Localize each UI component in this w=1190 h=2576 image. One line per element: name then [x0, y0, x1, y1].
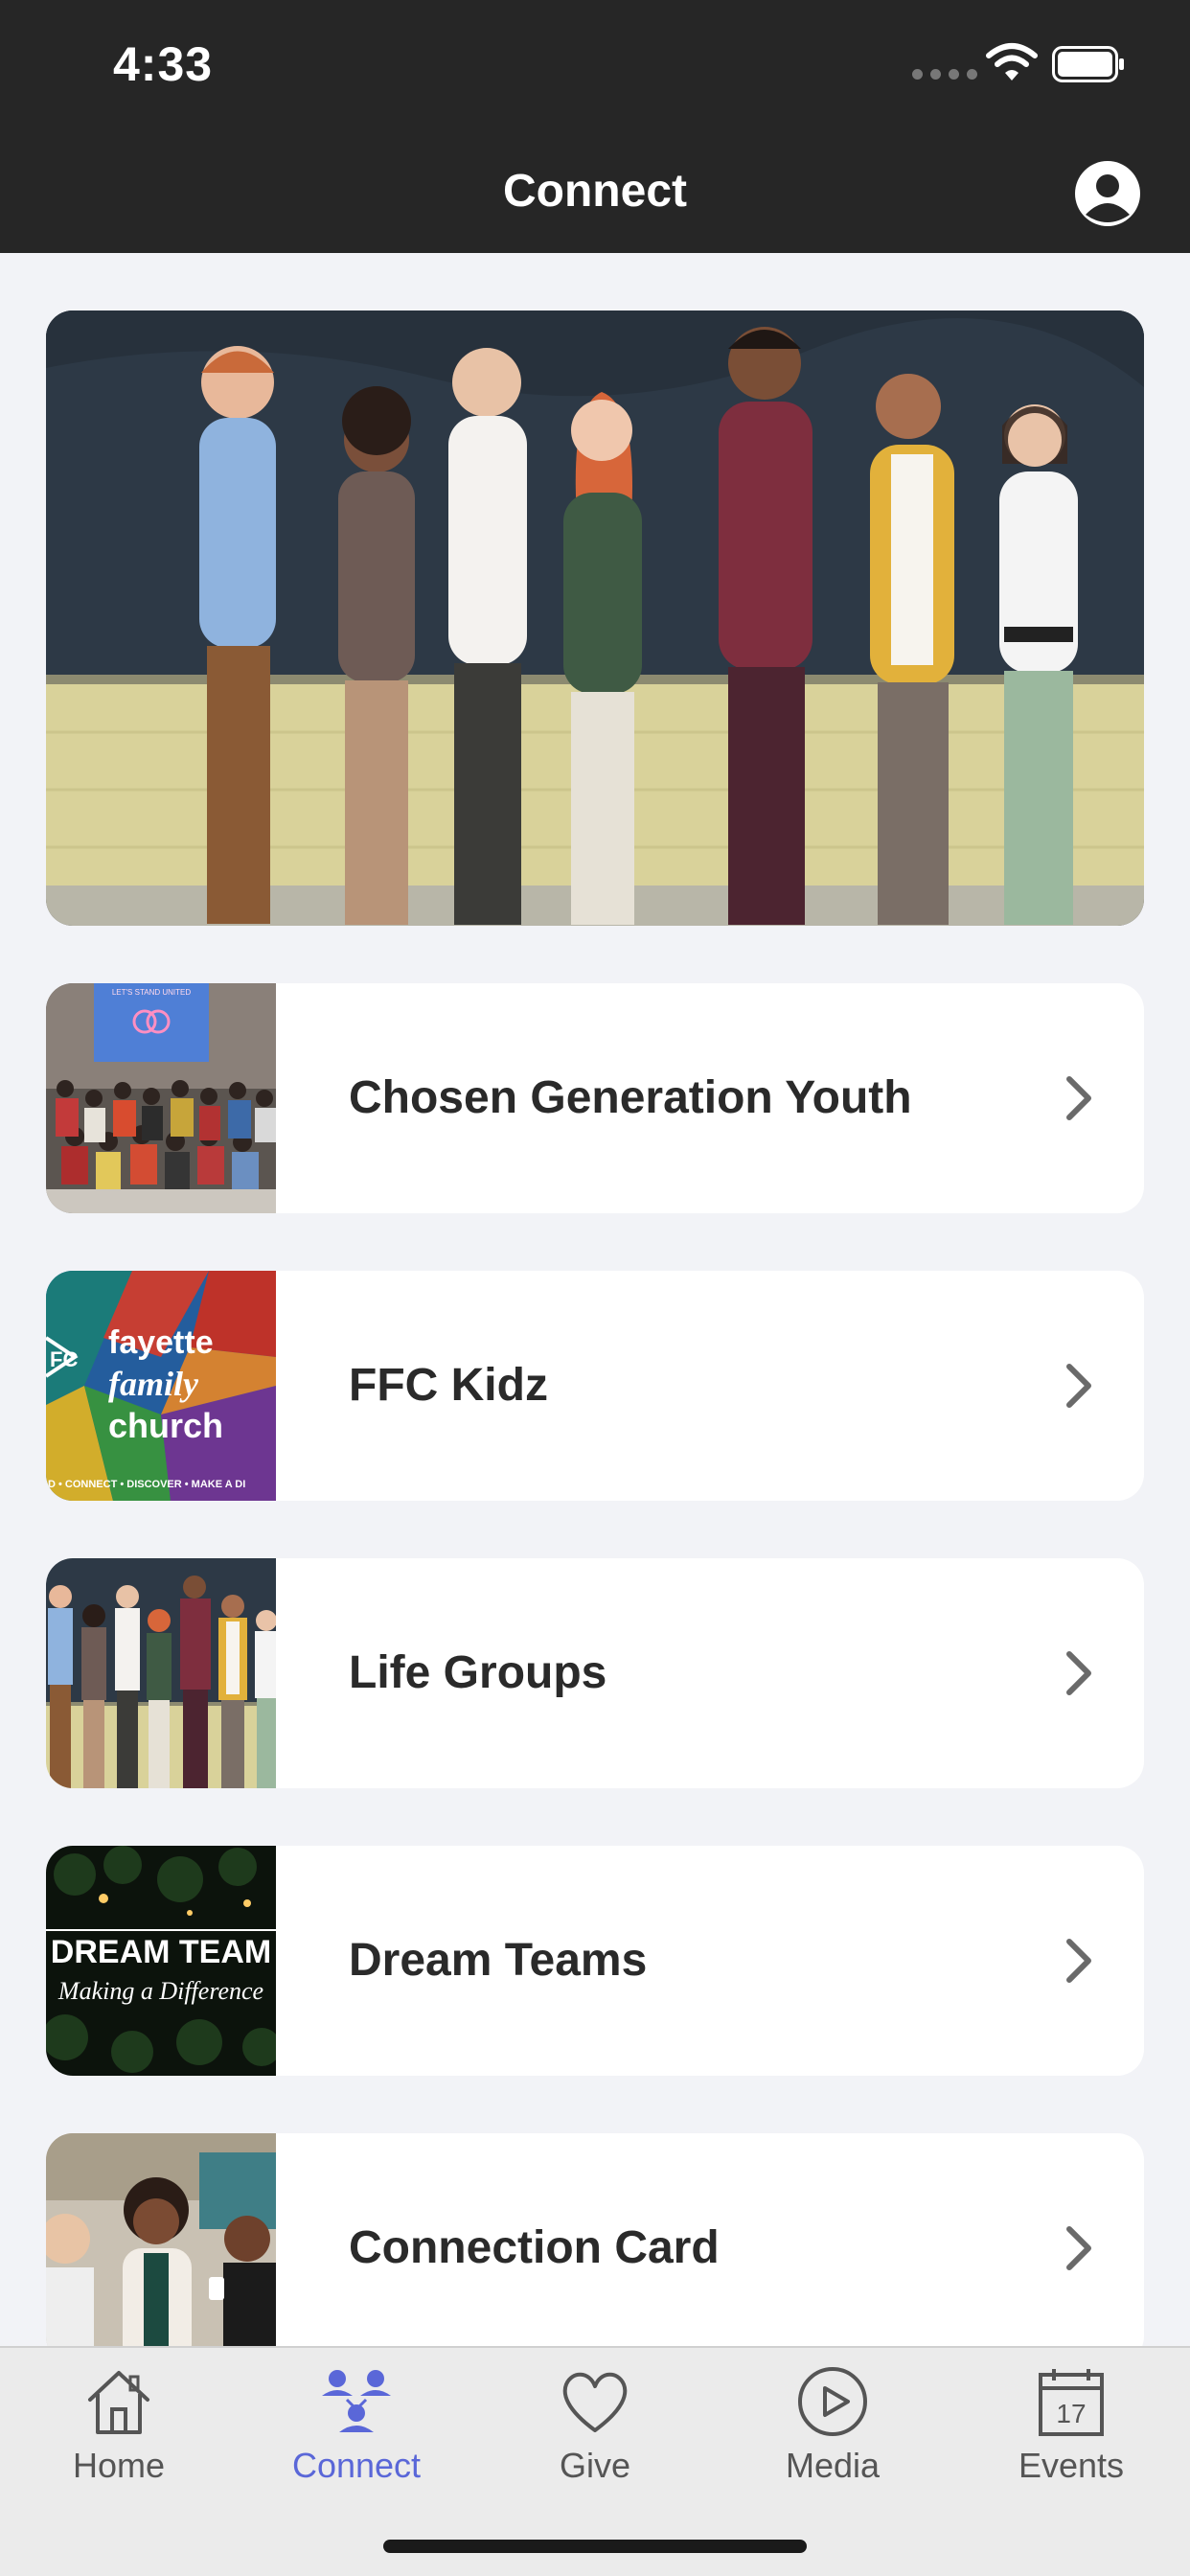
tab-give-label: Give — [559, 2446, 631, 2485]
tab-events[interactable]: 17 Events — [975, 2358, 1167, 2511]
battery-icon — [1052, 46, 1124, 82]
list-item-label: Dream Teams — [349, 1935, 648, 1986]
tab-home[interactable]: Home — [23, 2358, 215, 2511]
content-scroll-area[interactable]: LET'S STAND UNITED Chosen Generation You… — [0, 253, 1190, 2346]
hero-image — [46, 310, 1144, 926]
wifi-icon — [986, 43, 1038, 80]
tab-media[interactable]: Media — [737, 2358, 928, 2511]
chevron-right-icon — [1066, 1364, 1091, 1408]
tab-connect[interactable]: Connect — [261, 2358, 452, 2511]
list-item-connection-card[interactable]: Connection Card — [46, 2133, 1144, 2346]
tab-home-label: Home — [72, 2446, 166, 2485]
chevron-right-icon — [1066, 2226, 1091, 2270]
svg-text:DREAM TEAM: DREAM TEAM — [51, 1934, 271, 1970]
navigation-bar: Connect — [0, 134, 1190, 253]
play-icon — [798, 2367, 867, 2436]
list-item-label: FFC Kidz — [349, 1360, 548, 1411]
chevron-right-icon — [1066, 1076, 1091, 1120]
home-indicator — [383, 2540, 807, 2553]
svg-text:Making a Difference: Making a Difference — [57, 1977, 263, 2005]
status-bar: 4:33 — [0, 0, 1190, 134]
list-item-life-groups[interactable]: Life Groups — [46, 1558, 1144, 1788]
tab-bar: Home Connect Give Media 17 Events — [0, 2346, 1190, 2576]
list-item-label: Life Groups — [349, 1647, 607, 1698]
dream-teams-thumbnail: DREAM TEAM Making a Difference — [46, 1846, 276, 2076]
tab-media-label: Media — [785, 2446, 881, 2485]
svg-text:family: family — [108, 1365, 199, 1403]
tab-connect-label: Connect — [291, 2446, 422, 2485]
life-groups-thumbnail — [46, 1558, 276, 1788]
cellular-signal-icon — [912, 69, 977, 80]
list-item-label: Chosen Generation Youth — [349, 1072, 912, 1123]
calendar-day: 17 — [1056, 2399, 1086, 2428]
svg-text:church: church — [108, 1406, 223, 1445]
list-item-chosen-generation-youth[interactable]: LET'S STAND UNITED Chosen Generation You… — [46, 983, 1144, 1213]
chevron-right-icon — [1066, 1939, 1091, 1983]
tab-give[interactable]: Give — [499, 2358, 691, 2511]
ffc-kidz-thumbnail: FC fayette family church D • CONNECT • D… — [46, 1271, 276, 1501]
svg-text:FC: FC — [50, 1347, 78, 1371]
people-icon — [322, 2370, 391, 2432]
chevron-right-icon — [1066, 1651, 1091, 1695]
status-time: 4:33 — [113, 37, 214, 91]
profile-icon[interactable] — [1073, 159, 1142, 228]
svg-text:D • CONNECT • DISCOVER • MAKE: D • CONNECT • DISCOVER • MAKE A DI — [48, 1479, 245, 1490]
svg-text:fayette: fayette — [108, 1324, 214, 1361]
list-item-ffc-kidz[interactable]: FC fayette family church D • CONNECT • D… — [46, 1271, 1144, 1501]
list-item-label: Connection Card — [349, 2222, 720, 2273]
home-icon — [88, 2371, 149, 2434]
youth-group-thumbnail: LET'S STAND UNITED — [46, 983, 276, 1213]
calendar-icon: 17 — [1039, 2369, 1104, 2436]
heart-icon — [562, 2372, 628, 2432]
tab-events-label: Events — [1018, 2446, 1125, 2485]
list-item-dream-teams[interactable]: DREAM TEAM Making a Difference Dream Tea… — [46, 1846, 1144, 2076]
page-title: Connect — [503, 166, 687, 217]
connection-card-thumbnail — [46, 2133, 276, 2346]
svg-text:LET'S STAND UNITED: LET'S STAND UNITED — [112, 988, 192, 997]
